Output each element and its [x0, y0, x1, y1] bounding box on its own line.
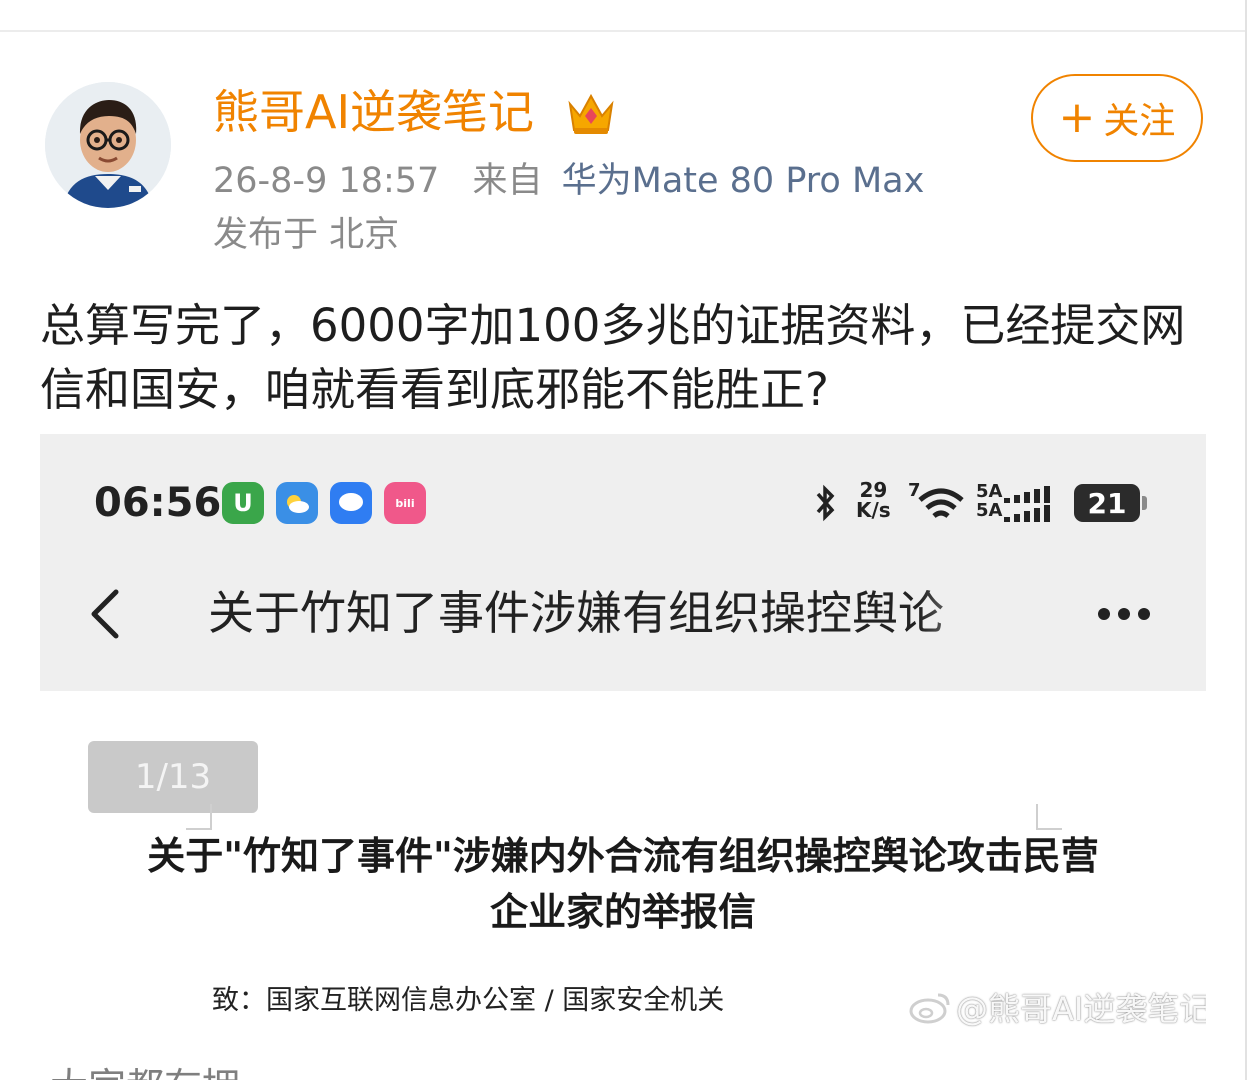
battery-nub	[1142, 496, 1147, 510]
screenshot-header	[40, 434, 1206, 691]
weather-icon	[276, 482, 318, 524]
speed-value: 29	[859, 478, 888, 502]
status-time: 06:56	[94, 480, 222, 526]
network-label-1: 5A	[976, 481, 1003, 502]
author-name[interactable]: 熊哥AI逆袭笔记	[213, 84, 534, 140]
device-link[interactable]: 华为Mate 80 Pro Max	[562, 161, 925, 201]
document-title: 关于竹知了事件涉嫌有组织操控舆论	[208, 586, 944, 640]
back-icon[interactable]	[86, 586, 126, 642]
avatar[interactable]	[45, 82, 171, 208]
watermark: @熊哥AI逆袭笔记	[908, 984, 1206, 1030]
wifi-icon	[918, 488, 964, 518]
letter-recipient: 致：国家互联网信息办公室 / 国家安全机关	[212, 985, 725, 1016]
bluetooth-icon	[816, 484, 835, 522]
watermark-text: @熊哥AI逆袭笔记	[956, 990, 1206, 1028]
network-speed: 29 K/s	[856, 480, 891, 520]
plus-icon: +	[1058, 92, 1096, 143]
post-image[interactable]: 06:56 U bili 29 K/s 7 5A 5A 21 关于竹知了事件涉嫌…	[40, 434, 1206, 1080]
post-meta: 26-8-9 18:57 来自 华为Mate 80 Pro Max	[213, 158, 924, 204]
network-label-2: 5A	[976, 500, 1003, 521]
post-location: 发布于 北京	[213, 215, 400, 255]
more-icon[interactable]	[1096, 606, 1152, 622]
battery-icon: 21	[1074, 484, 1140, 522]
source-prefix: 来自	[472, 161, 543, 201]
crown-icon	[568, 93, 614, 134]
follow-label: 关注	[1103, 101, 1176, 142]
cutoff-text: 大家都有拥	[50, 1056, 240, 1080]
speed-unit: K/s	[856, 498, 891, 522]
crop-corner-right	[1036, 804, 1062, 830]
letter-title: 关于"竹知了事件"涉嫌内外合流有组织操控舆论攻击民营企业家的举报信	[147, 834, 1099, 934]
post-text: 总算写完了，6000字加100多兆的证据资料，已经提交网信和国安，咱就看看到底邪…	[40, 299, 1186, 416]
bilibili-icon: bili	[384, 482, 426, 524]
message-icon	[330, 482, 372, 524]
network-labels: 5A 5A	[976, 482, 1002, 520]
crop-corner-left	[186, 804, 212, 830]
app-icon-green: U	[222, 482, 264, 524]
post-timestamp: 26-8-9 18:57	[213, 161, 440, 201]
signal-icon	[1004, 486, 1050, 522]
top-divider	[0, 30, 1247, 32]
weibo-logo	[909, 993, 950, 1024]
page-indicator: 1/13	[88, 741, 258, 813]
follow-button[interactable]: + 关注	[1031, 74, 1203, 162]
